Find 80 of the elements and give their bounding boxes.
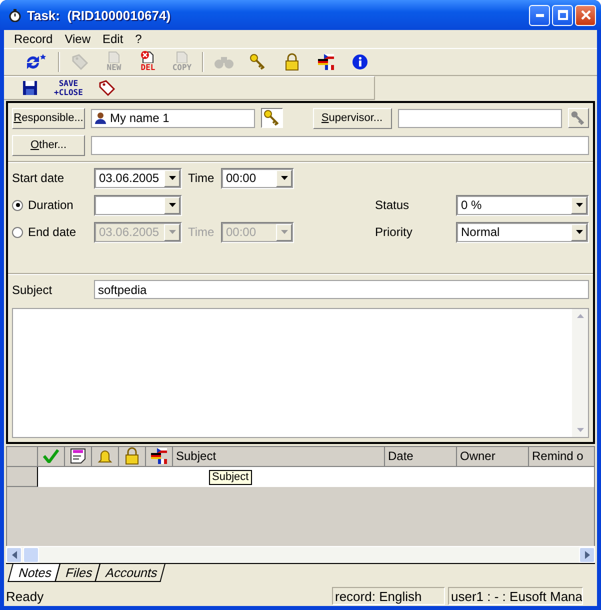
tag-icon	[71, 52, 89, 71]
note-icon	[70, 448, 86, 464]
scrollbar[interactable]	[572, 308, 588, 437]
delete-document-icon	[140, 51, 156, 64]
minimize-button[interactable]	[529, 4, 550, 26]
scroll-up-icon	[576, 314, 584, 318]
lock-icon	[124, 447, 140, 466]
document-icon	[106, 51, 122, 64]
info-icon	[352, 54, 368, 70]
check-mark-icon	[43, 449, 59, 464]
tag-icon	[98, 78, 116, 97]
table-row[interactable]	[38, 466, 594, 487]
menu-item[interactable]: View	[60, 32, 96, 46]
priority-dropdown[interactable]: Normal	[456, 222, 589, 243]
flags-icon	[317, 52, 335, 71]
maximize-button[interactable]	[552, 4, 573, 26]
tab[interactable]: Notes	[8, 564, 60, 582]
minimize-icon	[536, 14, 544, 16]
dropdown-arrow-icon	[168, 176, 176, 180]
menu-item[interactable]: Record	[9, 32, 58, 46]
scroll-left-icon	[12, 551, 16, 560]
save-close-button[interactable]: SAVE +CLOSE	[50, 76, 87, 100]
scroll-thumb[interactable]	[23, 547, 39, 564]
close-button[interactable]	[575, 4, 596, 26]
scroll-left-button[interactable]	[6, 547, 22, 564]
status-dropdown[interactable]: 0 %	[456, 194, 589, 216]
scroll-right-button[interactable]	[579, 547, 595, 564]
pick-user-button[interactable]	[261, 108, 282, 128]
field-label: Priority	[375, 225, 414, 240]
person-icon	[95, 112, 106, 124]
subject-field[interactable]: softpedia	[94, 280, 589, 300]
menu-item[interactable]: ?	[130, 32, 147, 46]
key-icon	[570, 110, 586, 126]
tab[interactable]: Accounts	[94, 564, 166, 582]
status-text: record: English	[332, 587, 445, 606]
column-header[interactable]	[65, 446, 92, 467]
column-header[interactable]	[146, 446, 173, 467]
duration-dropdown[interactable]	[94, 194, 182, 216]
column-header[interactable]: Date	[385, 446, 457, 467]
delete-button[interactable]: DEL	[132, 50, 164, 74]
scrollbar[interactable]	[6, 546, 595, 564]
bell-icon	[97, 448, 113, 464]
stopwatch-icon	[9, 8, 21, 22]
field-label: Subject	[12, 282, 54, 297]
document-icon	[174, 51, 190, 64]
other-field[interactable]	[91, 136, 589, 155]
maximize-icon	[558, 10, 568, 20]
field-label: Start date	[12, 171, 66, 186]
scroll-down-icon	[576, 428, 584, 432]
dropdown-arrow-icon	[576, 203, 582, 208]
column-header[interactable]: Subject	[173, 446, 385, 467]
supervisor-field[interactable]	[398, 108, 562, 128]
field-label: Time	[188, 225, 215, 240]
duration-radio[interactable]: Duration	[12, 198, 88, 212]
lock-icon	[284, 52, 300, 71]
end-date-radio[interactable]: End date	[12, 225, 88, 240]
other-button[interactable]: Other...	[12, 134, 85, 156]
field-label: Time	[188, 171, 215, 186]
responsible-field[interactable]: My name 1	[91, 108, 256, 128]
time-dropdown[interactable]: 00:00	[221, 168, 294, 189]
key-icon	[262, 109, 281, 128]
dropdown-arrow-icon	[168, 230, 176, 234]
key-icon	[249, 52, 267, 71]
scroll-right-icon	[584, 551, 590, 560]
row-header[interactable]	[7, 466, 38, 487]
menu-item[interactable]: Edit	[97, 32, 128, 46]
dropdown-arrow-icon	[280, 230, 288, 234]
window-title: Task: (RID1000010674)	[27, 8, 172, 22]
dropdown-arrow-icon	[280, 176, 288, 180]
responsible-button[interactable]: Responsible...	[12, 108, 85, 129]
supervisor-button[interactable]: Supervisor...	[312, 108, 392, 129]
flags-icon	[150, 447, 168, 466]
start-date-dropdown[interactable]: 03.06.2005	[94, 168, 182, 189]
status-text: Ready	[5, 588, 45, 606]
column-header[interactable]: Owner	[457, 446, 529, 467]
tooltip: Subject	[209, 470, 252, 485]
dropdown-arrow-icon	[576, 230, 582, 234]
close-icon	[580, 10, 590, 20]
dropdown-arrow-icon	[168, 203, 176, 208]
field-label: Status	[375, 198, 410, 212]
